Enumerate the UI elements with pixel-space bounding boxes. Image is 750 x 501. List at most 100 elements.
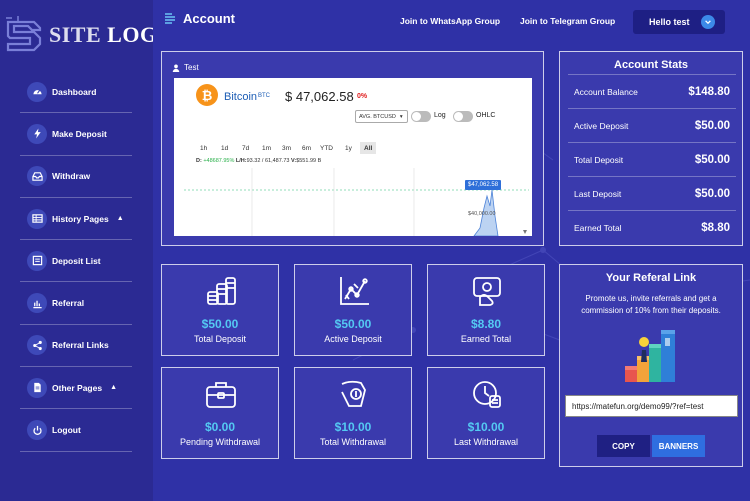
stat-row-label: Account Balance [574,86,638,97]
sidebar-item-withdraw[interactable]: Withdraw [20,156,132,198]
v-value: $551.99 B [296,158,322,164]
sidebar-nav: Dashboard Make Deposit Withdraw History … [20,71,132,452]
account-stats-row: Total Deposit $50.00 [568,142,736,176]
stat-value: $50.00 [201,317,239,331]
sidebar-item-label: Referral Links [52,340,109,351]
stat-card-pending-withdrawal: $0.00 Pending Withdrawal [161,367,279,459]
stat-label: Last Withdrawal [453,437,519,447]
account-stats-row: Active Deposit $50.00 [568,108,736,142]
referral-link-card: Your Referal Link Promote us, invite ref… [559,264,743,467]
stat-label: Total Deposit [193,334,247,344]
menu-icon[interactable] [164,12,176,24]
d-label: D: [196,158,202,164]
caret-down-icon: ▾ [399,113,403,120]
axis-tick-label: $40,000.00 [468,211,496,217]
stat-value: $8.80 [470,317,502,331]
bitcoin-icon: ₿ [196,84,218,106]
widget-label: Test [184,63,199,72]
account-stats-row: Account Balance $148.80 [568,74,736,108]
telegram-group-link[interactable]: Join to Telegram Group [520,16,615,26]
gauge-icon [27,81,47,102]
range-tab-6m[interactable]: 6m [298,142,315,154]
money-hand-icon [473,277,501,306]
account-stats-row: Last Deposit $50.00 [568,176,736,210]
range-tab-all[interactable]: All [360,142,377,154]
referral-link-input[interactable] [565,395,738,417]
sidebar-item-label: Deposit List [52,255,101,266]
range-tab-3m[interactable]: 3m [278,142,295,154]
stat-row-value: $50.00 [694,187,730,200]
trend-chart-icon [340,277,369,305]
lh-label: L/H: [235,158,247,164]
chevron-up-icon: ▲ [116,215,124,223]
range-tab-1y[interactable]: 1y [341,142,356,154]
stat-card-last-withdrawal: $10.00 Last Withdrawal [427,367,545,459]
coins-icon [207,277,236,305]
share-icon [27,335,47,356]
coin-change: 0% [357,93,368,100]
account-stats-row: Earned Total $8.80 [568,210,736,244]
sidebar-item-referral[interactable]: Referral [20,282,132,325]
ohlc-label: OHLC [476,112,496,119]
stat-label: Pending Withdrawal [179,437,261,447]
banners-button[interactable]: BANNERS [652,435,705,457]
document-icon [27,377,47,398]
sidebar-item-label: Logout [52,425,81,436]
range-tab-1d[interactable]: 1d [217,142,232,154]
copy-button[interactable]: COPY [597,435,650,457]
whatsapp-group-link[interactable]: Join to WhatsApp Group [400,16,500,26]
chevron-down-icon [701,15,715,29]
page-title: Account [183,11,235,26]
stat-card-active-deposit: $50.00 Active Deposit [294,264,412,356]
referral-description: Promote us, invite referrals and get a c… [581,294,721,315]
tray-icon [27,166,47,187]
sidebar-item-label: Make Deposit [52,128,107,139]
stat-card-total-withdrawal: $10.00 Total Withdrawal [294,367,412,459]
stat-row-label: Last Deposit [574,188,622,199]
range-tab-1h[interactable]: 1h [196,142,211,154]
sidebar-item-other-pages[interactable]: Other Pages ▲ [20,367,132,410]
ohlc-stats: D: +48687.95% L/H:93.32 / 61,487.73 V:$5… [196,158,321,164]
sidebar-item-deposit-list[interactable]: Deposit List [20,240,132,283]
sidebar-item-referral-links[interactable]: Referral Links [20,325,132,368]
user-menu-button[interactable]: Hello test [633,10,725,34]
stat-row-label: Active Deposit [574,120,629,131]
log-toggle[interactable] [411,111,431,122]
stat-card-total-deposit: $50.00 Total Deposit [161,264,279,356]
stat-label: Earned Total [460,334,512,344]
range-tab-1m[interactable]: 1m [258,142,275,154]
sidebar-item-dashboard[interactable]: Dashboard [20,71,132,114]
top-bar: Account Join to WhatsApp Group Join to T… [153,0,750,42]
coin-price: $ 47,062.58 [285,89,354,104]
stat-row-value: $8.80 [701,221,730,234]
price-chart[interactable] [174,168,532,236]
stat-value: $0.00 [204,420,236,434]
site-logo[interactable]: SITE LOGO [0,8,175,58]
log-label: Log [434,112,446,119]
stat-row-value: $50.00 [694,153,730,166]
list-icon [27,250,47,271]
referral-title: Your Referal Link [605,272,697,284]
lh-value: 93.32 / 61,487.73 [246,158,290,164]
sidebar-item-label: Dashboard [52,86,97,97]
ohlc-toggle[interactable] [453,111,473,122]
chevron-up-icon: ▲ [110,384,118,392]
sidebar-item-logout[interactable]: Logout [20,409,132,452]
stat-row-value: $50.00 [694,119,730,132]
widget-header: Test [172,63,199,72]
sidebar-item-history-pages[interactable]: History Pages ▲ [20,198,132,241]
range-tab-ytd[interactable]: YTD [316,142,337,154]
sidebar-item-make-deposit[interactable]: Make Deposit [20,113,132,156]
coin-name: Bitcoin [224,91,258,103]
pair-select[interactable]: AVG. BTCUSD ▾ [355,110,408,123]
stat-value: $10.00 [334,420,372,434]
stat-row-label: Total Deposit [574,154,624,165]
d-value: +48687.95% [203,158,235,164]
price-tag: $47,062.58 [465,180,502,190]
range-tab-7d[interactable]: 7d [238,142,253,154]
sidebar-item-label: Withdraw [52,171,91,182]
bolt-icon [27,123,47,144]
user-icon [172,64,180,72]
bitcoin-price-widget[interactable]: ₿ Bitcoin BTC $ 47,062.58 0% AVG. BTCUSD… [174,78,532,236]
logo-text-site: SITE [49,22,102,47]
